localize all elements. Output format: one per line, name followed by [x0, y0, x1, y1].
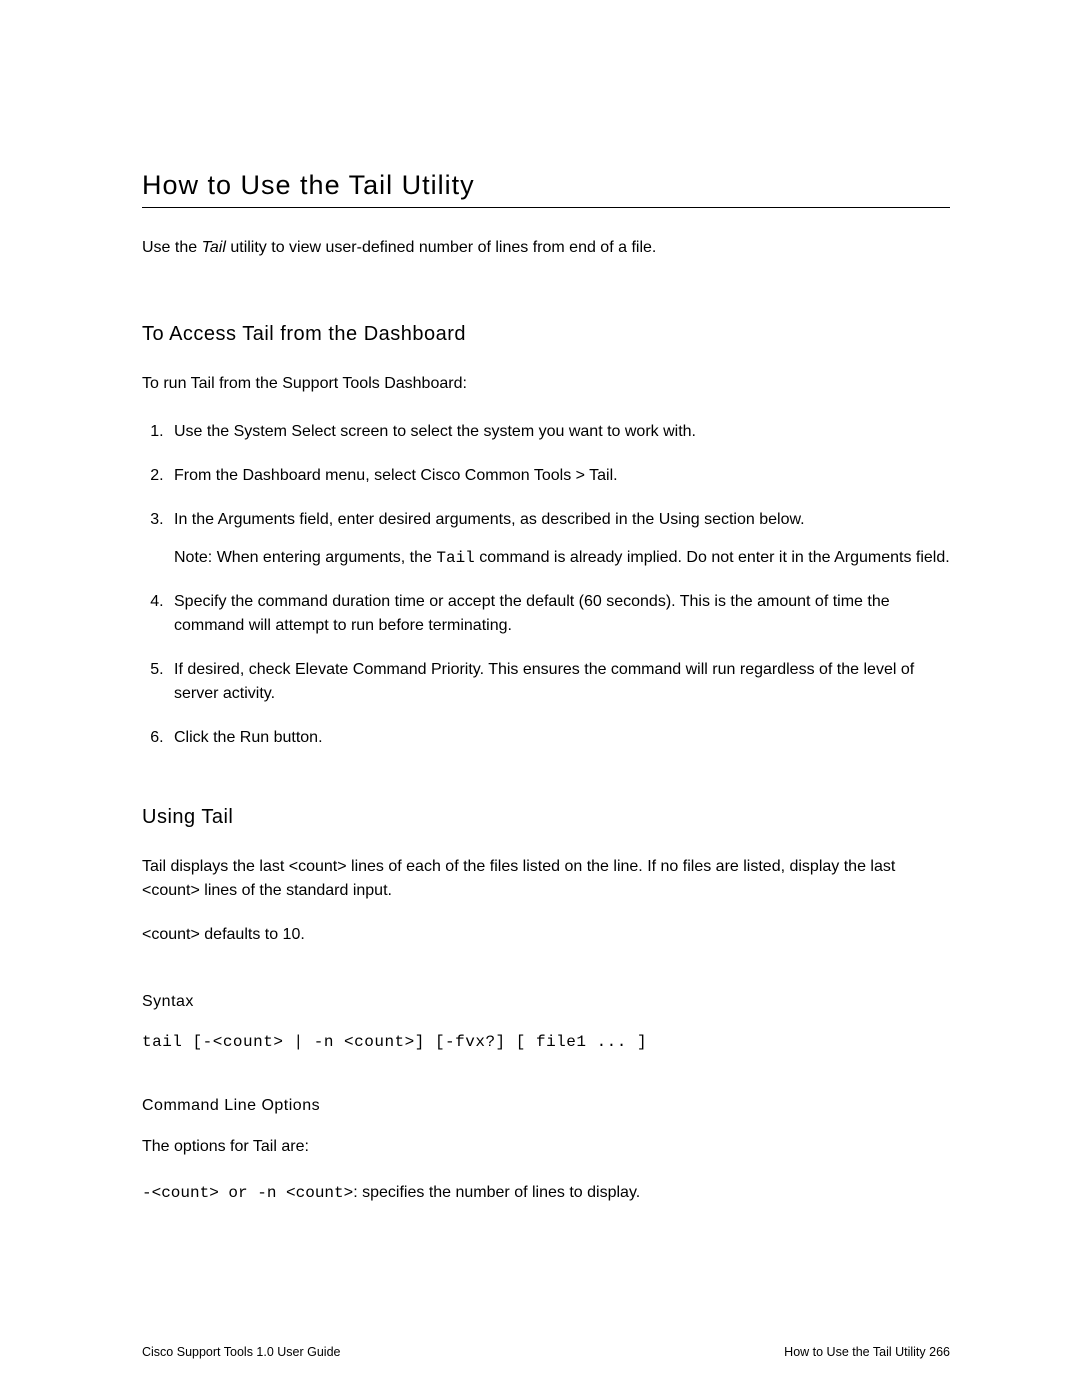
step-4: Specify the command duration time or acc…	[168, 590, 950, 638]
steps-list: Use the System Select screen to select t…	[142, 420, 950, 750]
intro-prefix: Use the	[142, 239, 202, 256]
footer-left: Cisco Support Tools 1.0 User Guide	[142, 1345, 340, 1359]
step-5: If desired, check Elevate Command Priori…	[168, 658, 950, 706]
step-1: Use the System Select screen to select t…	[168, 420, 950, 444]
step-3-text: In the Arguments field, enter desired ar…	[174, 511, 805, 528]
page-footer: Cisco Support Tools 1.0 User Guide How t…	[142, 1345, 950, 1359]
syntax-heading: Syntax	[142, 993, 950, 1011]
step-3-note: Note: When entering arguments, the Tail …	[174, 546, 950, 570]
access-lead: To run Tail from the Support Tools Dashb…	[142, 372, 950, 396]
step-6: Click the Run button.	[168, 726, 950, 750]
step-3: In the Arguments field, enter desired ar…	[168, 508, 950, 570]
section-access-heading: To Access Tail from the Dashboard	[142, 323, 950, 346]
intro-paragraph: Use the Tail utility to view user-define…	[142, 236, 950, 259]
page-title: How to Use the Tail Utility	[142, 170, 950, 208]
intro-italic: Tail	[202, 239, 226, 256]
syntax-line: tail [-<count> | -n <count>] [-fvx?] [ f…	[142, 1033, 950, 1051]
option-line: -<count> or -n <count>: specifies the nu…	[142, 1181, 950, 1205]
option-code: -<count> or -n <count>	[142, 1184, 353, 1202]
document-page: How to Use the Tail Utility Use the Tail…	[0, 0, 1080, 1397]
note-prefix: Note: When entering arguments, the	[174, 549, 436, 566]
step-2: From the Dashboard menu, select Cisco Co…	[168, 464, 950, 488]
section-using-heading: Using Tail	[142, 806, 950, 829]
using-p1: Tail displays the last <count> lines of …	[142, 855, 950, 903]
note-code: Tail	[436, 549, 474, 567]
footer-right: How to Use the Tail Utility 266	[784, 1345, 950, 1359]
note-suffix: command is already implied. Do not enter…	[475, 549, 950, 566]
using-p2: <count> defaults to 10.	[142, 923, 950, 947]
intro-suffix: utility to view user-defined number of l…	[226, 239, 656, 256]
options-lead: The options for Tail are:	[142, 1135, 950, 1159]
options-heading: Command Line Options	[142, 1097, 950, 1115]
option-desc: : specifies the number of lines to displ…	[353, 1184, 640, 1201]
